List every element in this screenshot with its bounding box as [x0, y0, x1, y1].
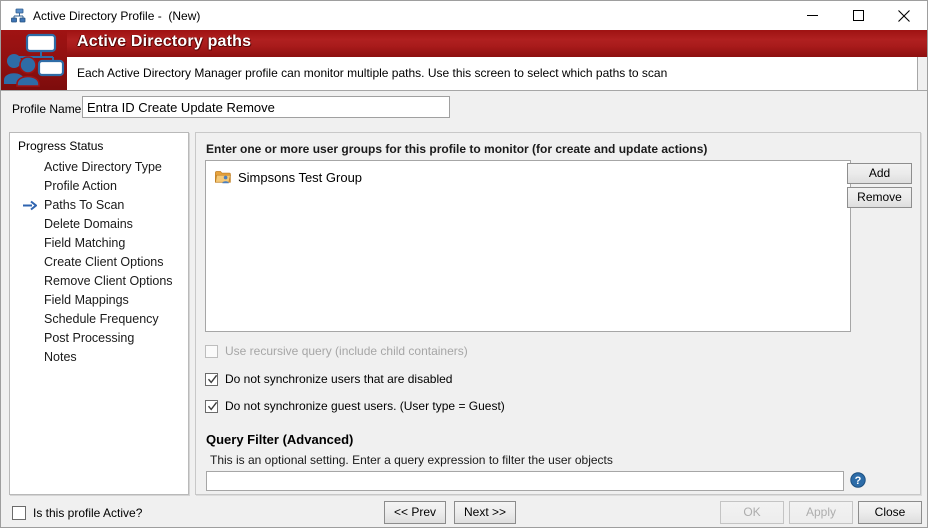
- window-titlebar: Active Directory Profile - (New): [1, 1, 927, 30]
- group-list-item[interactable]: Simpsons Test Group: [206, 161, 850, 187]
- progress-item-label: Active Directory Type: [44, 160, 162, 174]
- query-filter-help-text: This is an optional setting. Enter a que…: [210, 453, 613, 467]
- profile-name-label: Profile Name: [12, 102, 82, 116]
- progress-status-title: Progress Status: [18, 139, 104, 153]
- checkbox-box[interactable]: [205, 399, 218, 413]
- progress-item-notes[interactable]: Notes: [10, 348, 188, 367]
- close-icon[interactable]: [881, 1, 927, 30]
- progress-item-active-directory-type[interactable]: Active Directory Type: [10, 158, 188, 177]
- maximize-icon[interactable]: [835, 1, 881, 30]
- progress-item-label: Post Processing: [44, 331, 135, 345]
- no-sync-guest-users-label: Do not synchronize guest users. (User ty…: [225, 399, 505, 413]
- page-title: Active Directory paths: [77, 33, 252, 50]
- progress-item-label: Remove Client Options: [44, 274, 173, 288]
- header-right-filler: [918, 57, 927, 90]
- header-description-band: Each Active Directory Manager profile ca…: [67, 57, 918, 90]
- no-sync-guest-users-checkbox[interactable]: Do not synchronize guest users. (User ty…: [205, 399, 505, 413]
- ok-button: OK: [720, 501, 784, 524]
- query-filter-input[interactable]: [206, 471, 844, 491]
- progress-item-label: Field Matching: [44, 236, 126, 250]
- groups-caption: Enter one or more user groups for this p…: [206, 142, 708, 156]
- active-directory-icon: [10, 8, 26, 24]
- use-recursive-query-checkbox: Use recursive query (include child conta…: [205, 344, 468, 358]
- window-title: Active Directory Profile - (New): [33, 8, 201, 23]
- is-profile-active-label: Is this profile Active?: [33, 506, 143, 520]
- progress-item-profile-action[interactable]: Profile Action: [10, 177, 188, 196]
- current-step-arrow-icon: [23, 200, 37, 211]
- next-button[interactable]: Next >>: [454, 501, 516, 524]
- dialog-footer: Is this profile Active? << Prev Next >> …: [1, 498, 927, 527]
- paths-to-scan-panel: Enter one or more user groups for this p…: [195, 132, 921, 495]
- page-description: Each Active Directory Manager profile ca…: [77, 66, 668, 80]
- progress-item-label: Field Mappings: [44, 293, 129, 307]
- page-header: Active Directory paths Each Active Direc…: [1, 30, 927, 91]
- no-sync-disabled-users-label: Do not synchronize users that are disabl…: [225, 372, 453, 386]
- progress-item-schedule-frequency[interactable]: Schedule Frequency: [10, 310, 188, 329]
- prev-button[interactable]: << Prev: [384, 501, 446, 524]
- use-recursive-query-label: Use recursive query (include child conta…: [225, 344, 468, 358]
- remove-button[interactable]: Remove: [847, 187, 912, 208]
- svg-text:?: ?: [855, 475, 862, 487]
- checkmark-icon: [207, 374, 218, 384]
- checkmark-icon: [207, 401, 218, 411]
- header-title-band: Active Directory paths: [67, 30, 927, 57]
- add-button[interactable]: Add: [847, 163, 912, 184]
- active-directory-profile-window: Active Directory Profile - (New) Active …: [0, 0, 928, 528]
- progress-status-panel: Progress Status Active Directory Type Pro…: [9, 132, 189, 495]
- close-button[interactable]: Close: [858, 501, 922, 524]
- progress-status-list: Active Directory Type Profile Action Paths…: [10, 158, 188, 367]
- progress-item-remove-client-options[interactable]: Remove Client Options: [10, 272, 188, 291]
- window-controls: [789, 1, 927, 30]
- checkbox-box[interactable]: [205, 372, 218, 386]
- minimize-icon[interactable]: [789, 1, 835, 30]
- progress-item-delete-domains[interactable]: Delete Domains: [10, 215, 188, 234]
- folder-user-icon: [214, 170, 231, 184]
- checkbox-box: [205, 344, 218, 358]
- progress-item-label: Schedule Frequency: [44, 312, 159, 326]
- progress-item-paths-to-scan[interactable]: Paths To Scan: [10, 196, 188, 215]
- progress-item-label: Create Client Options: [44, 255, 164, 269]
- progress-item-field-mappings[interactable]: Field Mappings: [10, 291, 188, 310]
- help-circle-icon[interactable]: ?: [850, 472, 866, 488]
- profile-name-row: Profile Name: [1, 91, 927, 127]
- no-sync-disabled-users-checkbox[interactable]: Do not synchronize users that are disabl…: [205, 372, 452, 386]
- group-list-item-label: Simpsons Test Group: [238, 169, 363, 185]
- checkbox-box[interactable]: [12, 506, 26, 520]
- user-groups-list[interactable]: Simpsons Test Group: [205, 160, 851, 332]
- progress-item-post-processing[interactable]: Post Processing: [10, 329, 188, 348]
- progress-item-field-matching[interactable]: Field Matching: [10, 234, 188, 253]
- progress-item-label: Paths To Scan: [44, 198, 125, 212]
- progress-item-label: Notes: [44, 350, 77, 364]
- progress-item-label: Profile Action: [44, 179, 117, 193]
- org-chart-people-icon: [1, 30, 67, 90]
- apply-button: Apply: [789, 501, 853, 524]
- is-profile-active-checkbox[interactable]: Is this profile Active?: [12, 506, 142, 520]
- profile-name-input[interactable]: [82, 96, 450, 118]
- query-filter-title: Query Filter (Advanced): [206, 432, 354, 447]
- progress-item-create-client-options[interactable]: Create Client Options: [10, 253, 188, 272]
- progress-item-label: Delete Domains: [44, 217, 133, 231]
